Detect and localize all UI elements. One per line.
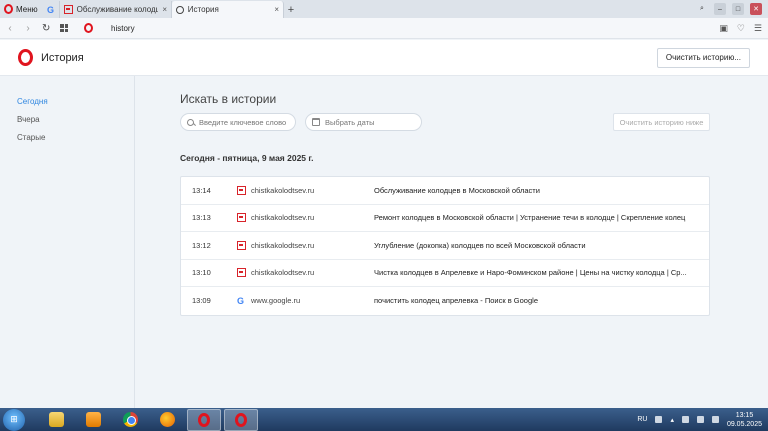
tab-strip: Меню G Обслуживание колодцев × История ×… [0, 0, 768, 18]
history-domain[interactable]: chistkakolodtsev.ru [251, 241, 374, 250]
google-icon: G [47, 4, 55, 15]
search-tabs-icon[interactable]: ⌕ [696, 3, 708, 15]
keyword-search-field[interactable] [180, 113, 296, 131]
taskbar: ⊞ RU ▴ 13:15 09.05.2025 [0, 408, 768, 431]
flag-icon[interactable] [696, 416, 704, 423]
keyword-search-input[interactable] [199, 117, 295, 127]
tab-google[interactable]: G [44, 1, 60, 18]
history-time: 13:12 [192, 240, 211, 250]
camera-icon[interactable]: ▣ [719, 23, 728, 34]
maximize-icon[interactable]: □ [732, 3, 744, 15]
menu-label: Меню [16, 4, 38, 14]
opera-logo-icon [18, 49, 33, 66]
opera-page-icon [84, 23, 93, 33]
site-favicon-icon [237, 268, 246, 278]
history-domain[interactable]: chistkakolodtsev.ru [251, 186, 374, 195]
system-tray: RU ▴ 13:15 09.05.2025 [637, 411, 768, 429]
help-icon[interactable] [655, 416, 663, 423]
clock-date: 09.05.2025 [726, 420, 762, 428]
address-bar: ‹ › ↻ history ▣ ♡ ☰ [0, 18, 768, 39]
taskbar-media-player[interactable] [76, 409, 110, 431]
settings-icon[interactable]: ☰ [754, 23, 762, 34]
tab-title: Обслуживание колодцев [76, 5, 159, 14]
firefox-icon [159, 412, 175, 427]
close-tab-icon[interactable]: × [274, 5, 279, 14]
new-tab-button[interactable]: + [284, 1, 298, 18]
opera-logo-icon [4, 4, 13, 14]
clock-time: 13:15 [735, 411, 754, 419]
forward-icon[interactable]: › [24, 23, 32, 34]
history-title[interactable]: Ремонт колодцев в Московской области | У… [374, 213, 709, 222]
tab-history[interactable]: История × [172, 1, 284, 18]
minimize-icon[interactable]: – [714, 3, 726, 15]
date-picker-field[interactable]: Выбрать даты [305, 113, 422, 131]
google-icon: G [237, 295, 245, 306]
history-title[interactable]: почистить колодец апрелевка - Поиск в Go… [374, 296, 709, 305]
site-favicon-icon [237, 240, 246, 250]
history-row[interactable]: 13:09 G www.google.ru почистить колодец … [181, 287, 709, 315]
search-icon [187, 118, 194, 126]
start-button[interactable]: ⊞ [3, 408, 25, 431]
history-list: 13:14 chistkakolodtsev.ru Обслуживание к… [180, 176, 710, 316]
sidebar: Сегодня Вчера Старые [0, 76, 135, 408]
history-domain[interactable]: chistkakolodtsev.ru [251, 213, 374, 222]
clear-history-button[interactable]: Очистить историю... [656, 47, 750, 68]
history-row[interactable]: 13:14 chistkakolodtsev.ru Обслуживание к… [181, 177, 709, 205]
history-time: 13:10 [192, 268, 211, 278]
sidebar-item-today[interactable]: Сегодня [0, 97, 134, 115]
calendar-icon [312, 118, 320, 126]
history-clock-icon [176, 5, 184, 14]
history-row[interactable]: 13:13 chistkakolodtsev.ru Ремонт колодце… [181, 205, 709, 232]
date-picker-label: Выбрать даты [325, 117, 375, 127]
heart-icon[interactable]: ♡ [737, 23, 745, 34]
taskbar-opera-2[interactable] [224, 408, 258, 431]
close-icon[interactable]: ✕ [750, 3, 762, 15]
taskbar-firefox[interactable] [150, 409, 184, 431]
page-title: История [41, 51, 84, 64]
site-favicon-icon [64, 5, 73, 14]
address-actions: ▣ ♡ ☰ [719, 23, 762, 34]
site-favicon-icon [237, 213, 246, 223]
opera-icon [235, 412, 247, 427]
tab-title: История [187, 5, 219, 14]
history-time: 13:13 [192, 213, 211, 223]
search-heading: Искать в истории [180, 92, 277, 106]
taskbar-opera-1[interactable] [187, 408, 221, 431]
speed-dial-icon[interactable] [60, 24, 68, 32]
folder-icon [48, 412, 64, 427]
opera-icon [198, 412, 210, 427]
site-favicon-icon [237, 185, 246, 195]
close-tab-icon[interactable]: × [162, 5, 167, 14]
media-player-icon [85, 412, 101, 427]
back-icon[interactable]: ‹ [6, 23, 14, 34]
history-main: Искать в истории Выбрать даты Очистить и… [136, 76, 768, 408]
history-time: 13:14 [192, 185, 211, 195]
network-icon[interactable] [681, 416, 689, 423]
history-domain[interactable]: www.google.ru [251, 296, 374, 305]
tab-wells-service[interactable]: Обслуживание колодцев × [60, 1, 172, 18]
tray-expand-icon[interactable]: ▴ [670, 416, 674, 424]
history-time: 13:09 [192, 296, 211, 306]
taskbar-chrome[interactable] [113, 409, 147, 431]
history-title[interactable]: Обслуживание колодцев в Московской облас… [374, 186, 709, 195]
language-indicator[interactable]: RU [637, 416, 647, 423]
page-header: История Очистить историю... [0, 40, 768, 76]
history-title[interactable]: Углубление (докопка) колодцев по всей Мо… [374, 241, 709, 250]
history-title[interactable]: Чистка колодцев в Апрелевке и Наро-Фомин… [374, 268, 709, 277]
clock[interactable]: 13:15 09.05.2025 [727, 411, 762, 429]
sidebar-item-older[interactable]: Старые [0, 133, 134, 151]
url-field[interactable]: history [111, 24, 135, 33]
clear-history-below-button[interactable]: Очистить историю ниже [613, 113, 710, 131]
reload-icon[interactable]: ↻ [42, 23, 50, 34]
sidebar-item-yesterday[interactable]: Вчера [0, 115, 134, 133]
history-row[interactable]: 13:12 chistkakolodtsev.ru Углубление (до… [181, 232, 709, 260]
day-heading: Сегодня - пятница, 9 мая 2025 г. [180, 153, 314, 163]
taskbar-explorer[interactable] [39, 409, 73, 431]
history-row[interactable]: 13:10 chistkakolodtsev.ru Чистка колодце… [181, 260, 709, 287]
chrome-icon [122, 412, 138, 427]
opera-menu-button[interactable]: Меню [0, 0, 44, 18]
history-domain[interactable]: chistkakolodtsev.ru [251, 268, 374, 277]
volume-icon[interactable] [711, 416, 719, 423]
window-controls: ⌕ – □ ✕ [696, 0, 768, 18]
